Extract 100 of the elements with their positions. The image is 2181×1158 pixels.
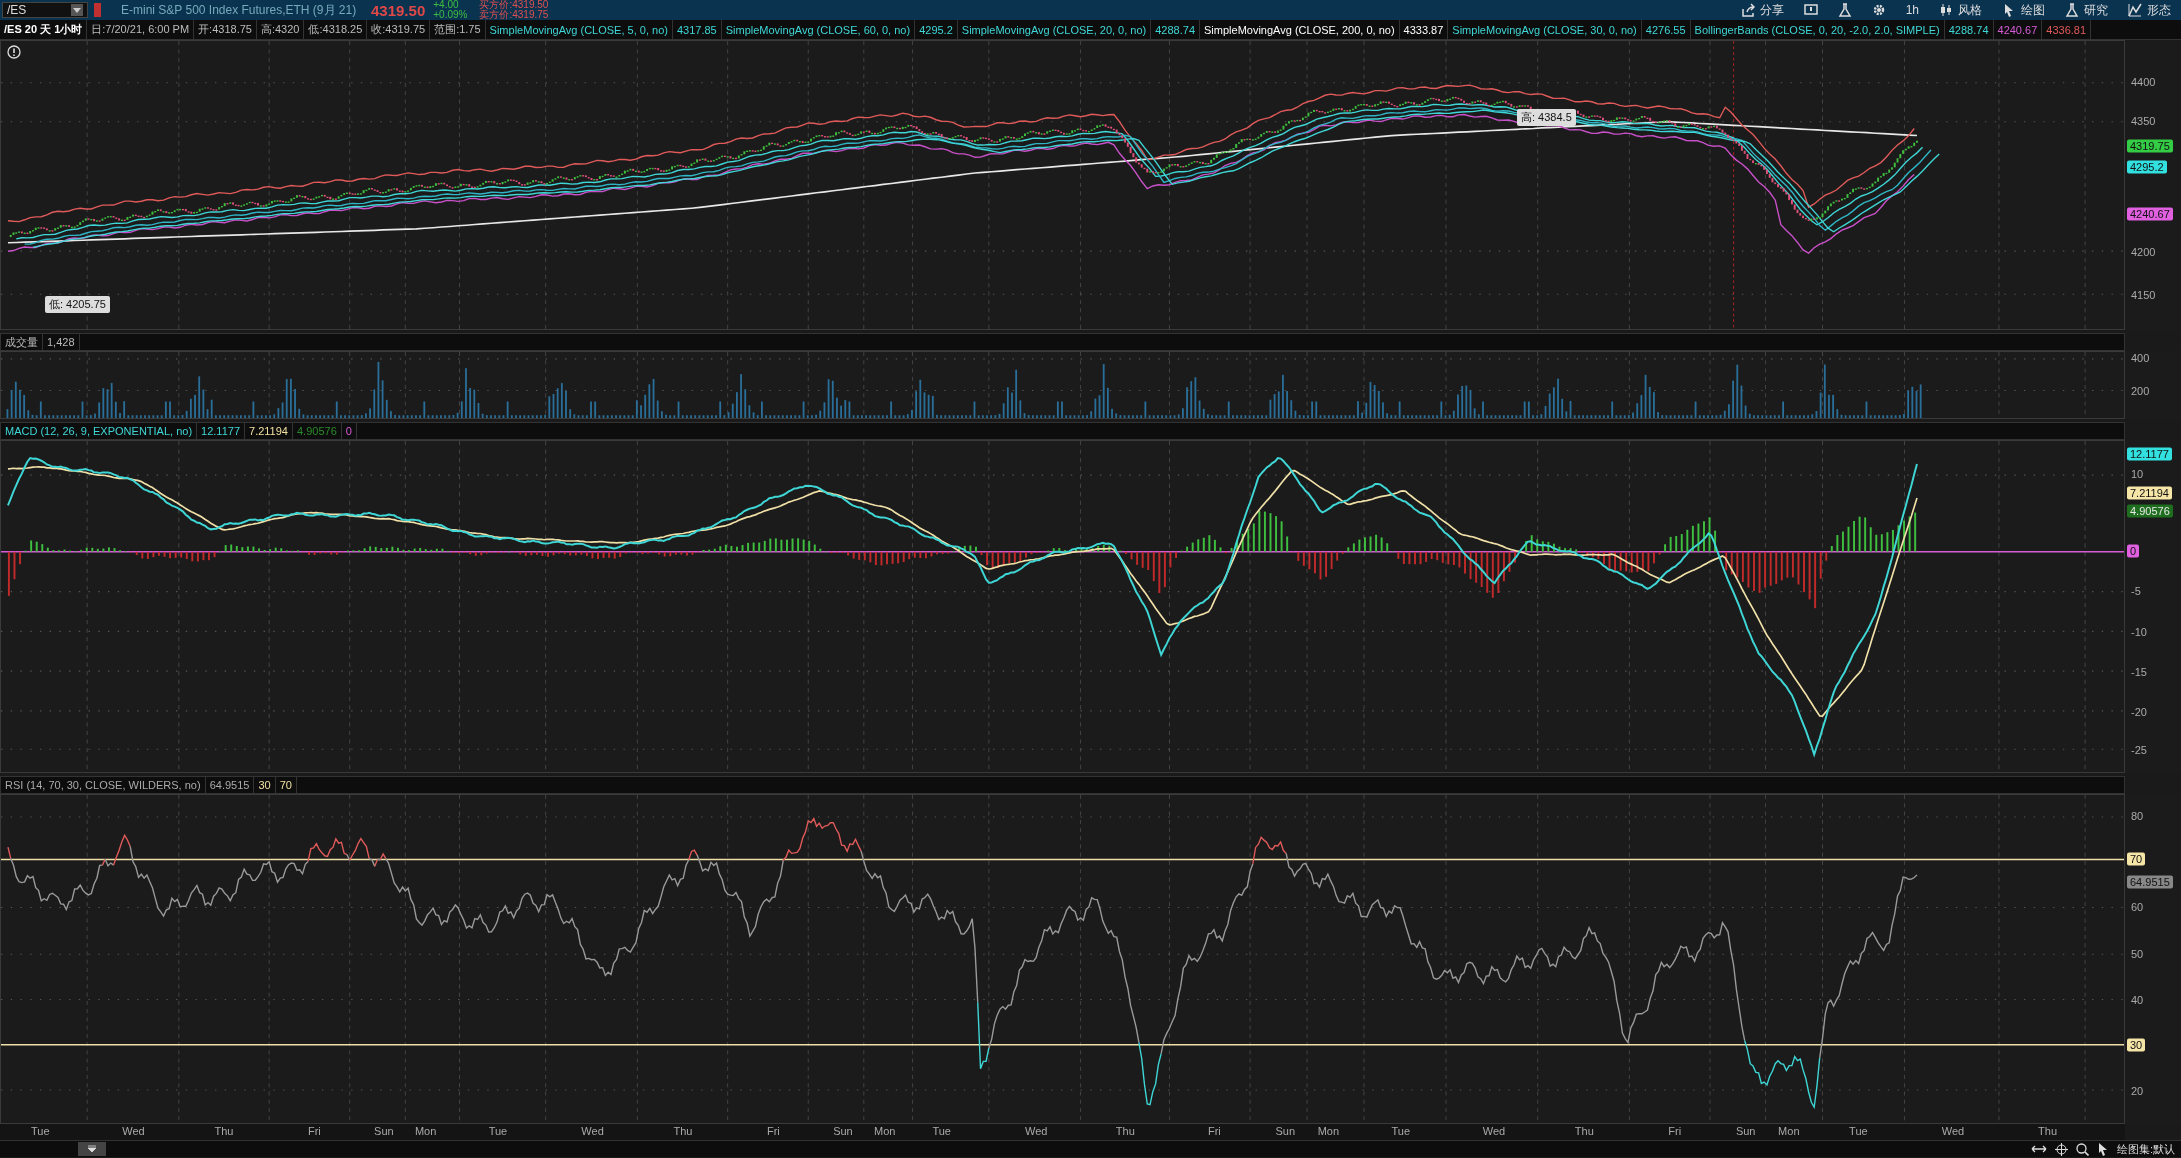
share-icon (1740, 3, 1755, 17)
time-label: Thu (214, 1125, 234, 1137)
legend-item: SimpleMovingAvg (CLOSE, 5, 0, no) (485, 20, 673, 39)
indicator-value: 12.1177 (197, 423, 246, 439)
last-price: 4319.50 (371, 1, 426, 19)
toolbar-button[interactable]: 风格 (1929, 0, 1992, 20)
time-label: Mon (1778, 1125, 1800, 1137)
scroll-to-end-button[interactable] (78, 1142, 106, 1156)
caret-icon[interactable] (73, 7, 81, 13)
axis-label: -15 (2131, 665, 2147, 678)
instrument-description: E-mini S&P 500 Index Futures,ETH (9月 21) (121, 1, 358, 19)
value-badge: 7.21194 (2127, 486, 2172, 500)
time-label: Tue (488, 1125, 508, 1137)
axis-label: 4350 (2131, 115, 2156, 128)
value-badge: 4319.75 (2127, 139, 2173, 153)
legend-item: 低:4318.25 (304, 20, 368, 39)
legend-item: BollingerBands (CLOSE, 0, 20, -2.0, 2.0, SIMPLE) (1690, 20, 1945, 39)
zoom-icon[interactable] (2075, 1142, 2089, 1156)
flask-icon (1837, 3, 1852, 17)
axis-label: -10 (2131, 625, 2147, 638)
toolbar-button[interactable]: 1h (1895, 0, 1929, 20)
settings-icon (1871, 3, 1886, 17)
time-label: Wed (122, 1125, 145, 1137)
pan-icon[interactable] (2030, 1144, 2047, 1154)
axis-label: 10 (2131, 468, 2144, 481)
indicator-value: 0 (341, 423, 357, 439)
value-badge: 4.90576 (2127, 504, 2173, 518)
time-label: Wed (1025, 1125, 1048, 1137)
time-label: Thu (1115, 1125, 1135, 1137)
time-label: Fri (767, 1125, 780, 1137)
legend-item: SimpleMovingAvg (CLOSE, 20, 0, no) (957, 20, 1152, 39)
time-label: Thu (673, 1125, 693, 1137)
axis-label: 4150 (2131, 288, 2156, 301)
value-badge: 12.1177 (2127, 447, 2172, 461)
toolbar-button[interactable]: 分享 (1730, 0, 1794, 20)
toolbar-button[interactable]: 绘图 (1992, 0, 2055, 20)
axis-label: 50 (2131, 948, 2144, 961)
axis-label: 400 (2131, 352, 2150, 365)
indicator-value: 70 (275, 777, 297, 793)
time-label: Tue (1849, 1125, 1868, 1137)
drawing-set-label[interactable]: 绘图集:默认 (2116, 1141, 2175, 1157)
chart-title: /ES 20 天 1小时 (0, 20, 88, 39)
legend-item: 高:4320 (256, 20, 305, 39)
time-label: Wed (1941, 1125, 1965, 1137)
value-badge: 30 (2127, 1038, 2146, 1052)
crosshair-icon[interactable] (2054, 1142, 2068, 1156)
time-label: Fri (307, 1125, 321, 1137)
time-label: Wed (1482, 1125, 1506, 1137)
legend-item: 4288.74 (1151, 20, 1200, 39)
high-price-label: 高: 4384.5 (1517, 109, 1576, 126)
value-badge: 0 (2127, 544, 2140, 558)
price-change: +4.00 (433, 0, 460, 10)
indicator-value: 4.90576 (293, 423, 342, 439)
legend-item: 收:4319.75 (367, 20, 431, 39)
axis-label: 60 (2131, 901, 2144, 914)
info-icon[interactable] (7, 45, 21, 59)
time-label: Tue (932, 1125, 951, 1137)
axis-label: -20 (2131, 705, 2147, 718)
legend-item: 4288.74 (1944, 20, 1994, 39)
value-badge: 70 (2127, 852, 2146, 866)
symbol-field[interactable]: /ES (2, 2, 88, 18)
legend-item: 4276.55 (1641, 20, 1691, 39)
legend-item: 4295.2 (915, 20, 958, 39)
indicator-title: RSI (14, 70, 30, CLOSE, WILDERS, no) (1, 777, 206, 793)
legend-item: 4317.85 (672, 20, 722, 39)
percent-change: +0.09% (433, 10, 468, 20)
axis-label: 4200 (2131, 245, 2156, 258)
time-label: Tue (1391, 1125, 1410, 1137)
low-price-label: 低: 4205.75 (45, 296, 110, 313)
cursor-icon[interactable] (2096, 1142, 2109, 1156)
status-marker (94, 3, 101, 17)
time-label: Wed (581, 1125, 604, 1137)
axis-label: 40 (2131, 993, 2144, 1006)
time-label: Sun (1735, 1125, 1756, 1137)
legend-item: 4240.67 (1993, 20, 2043, 39)
legend-item: SimpleMovingAvg (CLOSE, 200, 0, no) (1200, 20, 1400, 39)
indicator-value: 30 (254, 777, 276, 793)
indicator-title: 成交量 (1, 334, 43, 350)
value-badge: 4295.2 (2127, 161, 2167, 174)
time-label: Mon (873, 1125, 896, 1137)
value-badge: 4240.67 (2127, 207, 2173, 221)
time-label: Mon (414, 1125, 437, 1137)
flask-icon (2065, 3, 2079, 17)
candlestick-icon (1939, 3, 1953, 17)
time-label: Mon (1317, 1125, 1340, 1137)
legend-item: 4333.87 (1399, 20, 1449, 39)
time-label: Fri (1668, 1125, 1682, 1137)
indicator-value: 1,428 (43, 334, 80, 350)
time-label: Thu (1574, 1125, 1594, 1137)
indicator-value: 64.9515 (205, 777, 255, 793)
bid-price: 买方价:4319.50 (479, 0, 549, 10)
indicator-title: MACD (12, 26, 9, EXPONENTIAL, no) (1, 423, 198, 439)
time-label: Sun (374, 1125, 394, 1137)
legend-item: 日:7/20/21, 6:00 PM (87, 20, 195, 39)
toolbar-button[interactable]: 形态 (2118, 0, 2181, 20)
legend-item: SimpleMovingAvg (CLOSE, 60, 0, no) (721, 20, 916, 39)
axis-label: -5 (2131, 585, 2141, 598)
axis-label: 4400 (2131, 76, 2156, 88)
toolbar-button[interactable]: 研究 (2055, 0, 2118, 20)
value-badge: 64.9515 (2127, 875, 2173, 889)
